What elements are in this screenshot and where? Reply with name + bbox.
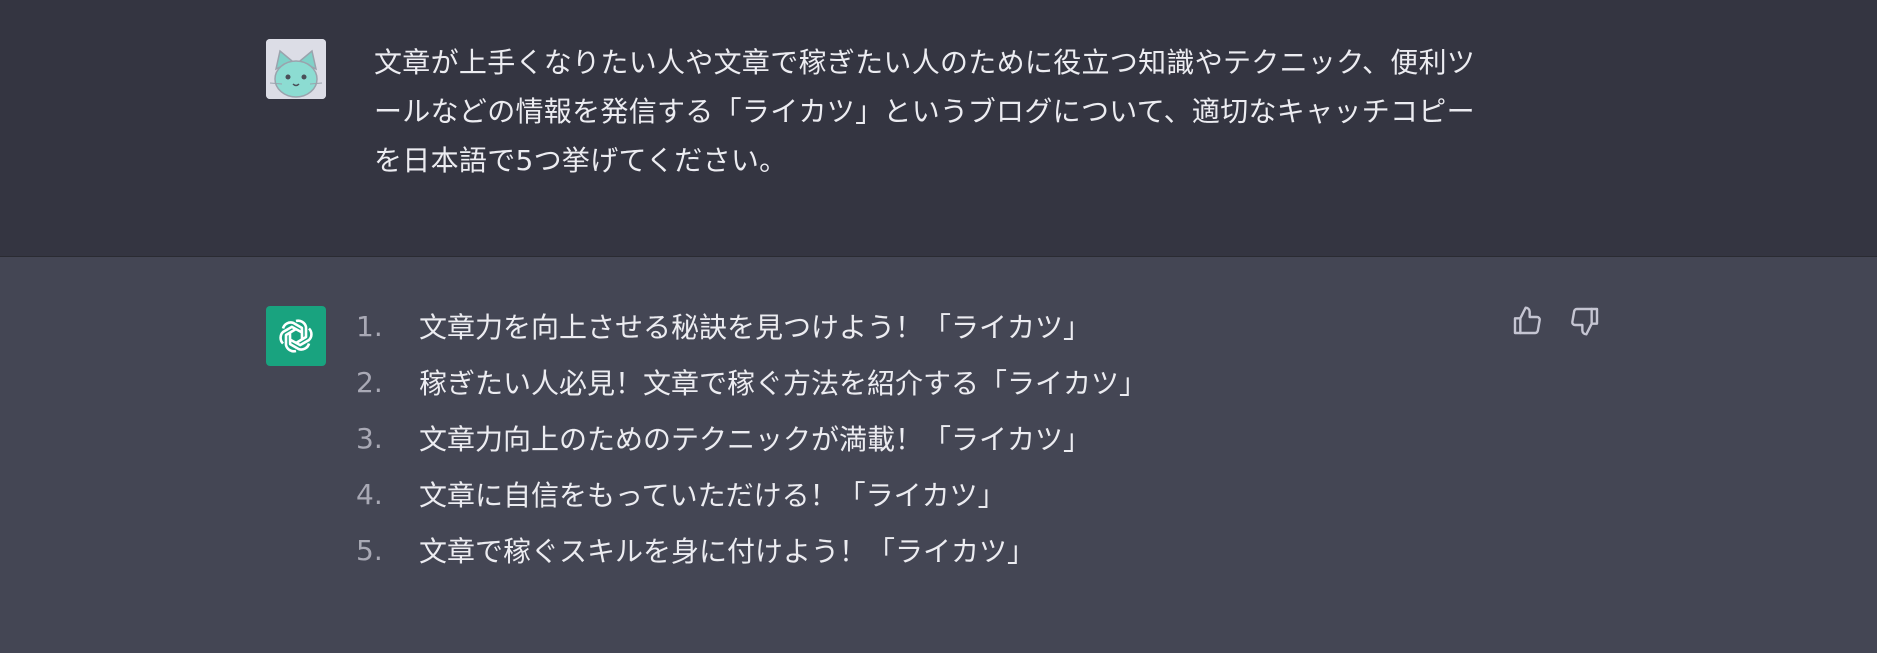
cat-avatar-icon xyxy=(266,39,326,99)
thumbs-up-icon xyxy=(1511,305,1543,341)
list-item: 4. 文章に自信をもっていただける！「ライカツ」 xyxy=(356,466,1147,522)
list-item-text: 文章力向上のためのテクニックが満載！「ライカツ」 xyxy=(419,423,1092,456)
list-item-text: 文章力を向上させる秘訣を見つけよう！「ライカツ」 xyxy=(419,311,1092,344)
list-item: 2. 稼ぎたい人必見！文章で稼ぐ方法を紹介する「ライカツ」 xyxy=(356,354,1147,410)
list-item-number: 5. xyxy=(356,533,383,567)
list-item-number: 2. xyxy=(356,365,383,399)
chat-page: 文章が上手くなりたい人や文章で稼ぎたい人のために役立つ知識やテクニック、便利ツー… xyxy=(0,0,1877,653)
feedback-buttons xyxy=(1510,306,1602,340)
user-message-text: 文章が上手くなりたい人や文章で稼ぎたい人のために役立つ知識やテクニック、便利ツー… xyxy=(374,46,1476,177)
thumbs-down-button[interactable] xyxy=(1568,306,1602,340)
list-item: 3. 文章力向上のためのテクニックが満載！「ライカツ」 xyxy=(356,410,1147,466)
thumbs-down-icon xyxy=(1569,305,1601,341)
user-message-row: 文章が上手くなりたい人や文章で稼ぎたい人のために役立つ知識やテクニック、便利ツー… xyxy=(0,0,1877,257)
list-item-number: 1. xyxy=(356,309,383,343)
list-item: 1. 文章力を向上させる秘訣を見つけよう！「ライカツ」 xyxy=(356,298,1147,354)
list-item-text: 稼ぎたい人必見！文章で稼ぐ方法を紹介する「ライカツ」 xyxy=(419,367,1148,400)
answer-list: 1. 文章力を向上させる秘訣を見つけよう！「ライカツ」 2. 稼ぎたい人必見！文… xyxy=(356,298,1147,578)
assistant-message-row: 1. 文章力を向上させる秘訣を見つけよう！「ライカツ」 2. 稼ぎたい人必見！文… xyxy=(0,257,1877,653)
list-item-number: 4. xyxy=(356,477,383,511)
thumbs-up-button[interactable] xyxy=(1510,306,1544,340)
list-item-number: 3. xyxy=(356,421,383,455)
list-item-text: 文章に自信をもっていただける！「ライカツ」 xyxy=(419,479,1006,512)
list-item: 5. 文章で稼ぐスキルを身に付けよう！「ライカツ」 xyxy=(356,522,1147,578)
list-item-text: 文章で稼ぐスキルを身に付けよう！「ライカツ」 xyxy=(419,535,1036,568)
openai-logo-icon xyxy=(266,306,326,366)
